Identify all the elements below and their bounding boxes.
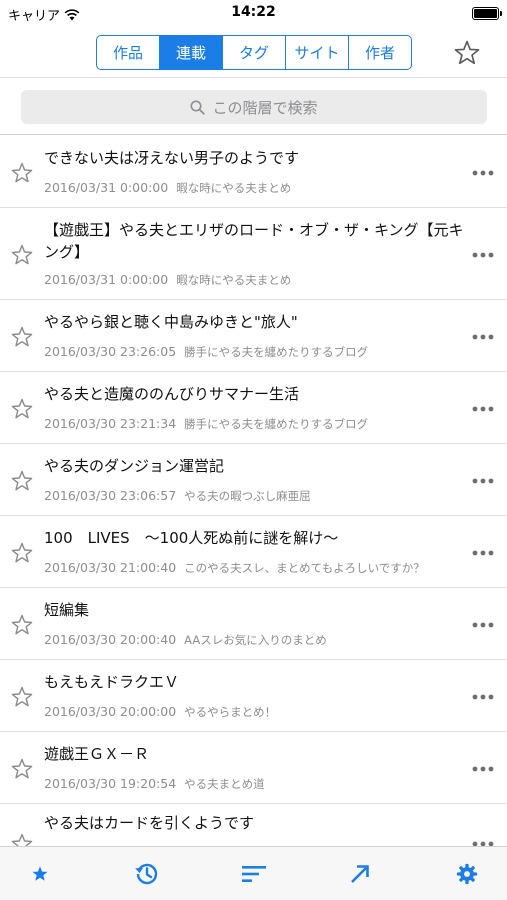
item-site: 勝手にやる夫を纏めたりするブログ [184, 345, 369, 359]
item-site: やるやらまとめ！ [184, 705, 277, 719]
battery-icon [472, 7, 502, 20]
tab-history[interactable] [127, 854, 167, 894]
list-item[interactable]: できない夫は冴えない男子のようです 2016/03/31 0:00:00 暇な時にや… [0, 136, 507, 208]
item-meta: 2016/03/31 0:00:00 暇な時にやる夫まとめ [44, 272, 477, 288]
search-icon [190, 100, 206, 115]
more-options-icon[interactable] [471, 333, 495, 341]
segment-tab[interactable]: 作者 [349, 36, 411, 69]
item-site: 暇な時にやる夫まとめ [176, 273, 292, 287]
segment-tab[interactable]: タグ [223, 36, 286, 69]
status-bar: キャリア 14:22 [0, 0, 507, 28]
favorite-star-icon[interactable] [10, 832, 34, 846]
search-input[interactable]: この階層で検索 [21, 90, 487, 124]
item-date: 2016/03/30 23:06:57 [44, 488, 177, 503]
battery-fill [474, 9, 497, 18]
item-date: 2016/03/30 21:00:40 [44, 560, 177, 575]
item-site: 暇な時にやる夫まとめ [176, 181, 292, 195]
item-title: やる夫はカードを引くようです [44, 814, 255, 832]
favorite-star-icon[interactable] [10, 161, 34, 185]
more-options-icon[interactable] [471, 169, 495, 177]
sort-icon [241, 865, 266, 882]
open-arrow-icon [351, 864, 370, 883]
item-title: できない夫は冴えない男子のようです [44, 149, 300, 167]
favorite-star-icon[interactable] [10, 243, 34, 267]
list-item[interactable]: やる夫のダンジョン運営記 2016/03/30 23:06:57 やる夫の暇つぶし麻… [0, 444, 507, 516]
item-site: やる夫まとめ道 [184, 777, 265, 791]
item-title: やるやら銀と聴く中島みゆきと"旅人" [44, 313, 298, 331]
list-item[interactable]: 【遊戯王】やる夫とエリザのロード・オブ・ザ・キング【元キング】 2016/03/3… [0, 208, 507, 300]
list-item[interactable]: やるやら銀と聴く中島みゆきと"旅人" 2016/03/30 23:26:05 勝手に… [0, 300, 507, 372]
item-title: やる夫のダンジョン運営記 [44, 457, 225, 475]
star-outline-icon[interactable] [453, 39, 481, 67]
segment-tab[interactable]: サイト [286, 36, 349, 69]
history-icon [134, 863, 157, 884]
item-meta: 2016/03/30 21:00:40 このやる夫スレ、まとめてもよろしいですか？ [44, 560, 477, 576]
item-meta: 2016/03/31 0:00:00 暇な時にやる夫まとめ [44, 180, 477, 196]
favorite-star-icon[interactable] [10, 397, 34, 421]
item-title: もえもえドラクエＶ [44, 673, 180, 691]
list-item[interactable]: 短編集 2016/03/30 20:00:40 AAスレお気に入りのまとめ [0, 588, 507, 660]
item-site: AAスレお気に入りのまとめ [184, 633, 327, 647]
more-options-icon[interactable] [471, 405, 495, 413]
search-placeholder: この階層で検索 [212, 98, 318, 117]
item-title: 遊戯王ＧＸ－Ｒ [44, 745, 150, 763]
segment-tab[interactable]: 作品 [97, 36, 160, 69]
item-date: 2016/03/31 0:00:00 [44, 272, 169, 287]
item-date: 2016/03/30 19:20:54 [44, 776, 177, 791]
item-site: やる夫の暇つぶし麻亜屈 [184, 489, 311, 503]
tab-sort[interactable] [234, 854, 274, 894]
item-title: 【遊戯王】やる夫とエリザのロード・オブ・ザ・キング【元キング】 [44, 221, 464, 261]
more-options-icon[interactable] [471, 693, 495, 701]
favorite-star-icon[interactable] [10, 325, 34, 349]
item-meta: 2016/03/30 23:26:05 勝手にやる夫を纏めたりするブログ [44, 344, 477, 360]
list-item[interactable]: 遊戯王ＧＸ－Ｒ 2016/03/30 19:20:54 やる夫まとめ道 [0, 732, 507, 804]
item-meta: 2016/03/30 23:06:57 やる夫の暇つぶし麻亜屈 [44, 488, 477, 504]
more-options-icon[interactable] [471, 477, 495, 485]
list-item[interactable]: もえもえドラクエＶ 2016/03/30 20:00:00 やるやらまとめ！ [0, 660, 507, 732]
tab-settings[interactable] [447, 854, 487, 894]
item-meta: 2016/03/30 19:20:54 やる夫まとめ道 [44, 776, 477, 792]
item-meta: 2016/03/30 23:21:34 勝手にやる夫を纏めたりするブログ [44, 416, 477, 432]
item-title: 短編集 [44, 601, 90, 619]
favorite-star-icon[interactable] [10, 541, 34, 565]
status-time: 14:22 [231, 4, 276, 20]
gear-icon [456, 863, 478, 884]
category-segmented-control: 作品 連載 タグ サイト 作者 [96, 35, 412, 70]
item-date: 2016/03/30 23:21:34 [44, 416, 177, 431]
item-site: 勝手にやる夫を纏めたりするブログ [184, 417, 369, 431]
favorite-star-icon[interactable] [10, 613, 34, 637]
favorite-star-icon[interactable] [10, 469, 34, 493]
item-meta: 2016/03/30 20:00:00 やるやらまとめ！ [44, 704, 477, 720]
serial-list: できない夫は冴えない男子のようです 2016/03/31 0:00:00 暇な時にや… [0, 136, 507, 846]
list-item[interactable]: 100 LIVES ～100人死ぬ前に謎を解け～ 2016/03/30 21:00… [0, 516, 507, 588]
favorite-star-icon[interactable] [10, 757, 34, 781]
more-options-icon[interactable] [471, 251, 495, 259]
favorites-star-icon [32, 866, 48, 881]
item-meta: 2016/03/30 20:00:40 AAスレお気に入りのまとめ [44, 632, 477, 648]
more-options-icon[interactable] [471, 621, 495, 629]
favorite-star-icon[interactable] [10, 685, 34, 709]
tab-favorites[interactable] [20, 854, 60, 894]
more-options-icon[interactable] [471, 549, 495, 557]
navigation-bar: 作品 連載 タグ サイト 作者 [0, 28, 507, 78]
item-title: やる夫と造魔ののんびりサマナー生活 [44, 385, 300, 403]
search-bar: この階層で検索 [0, 79, 507, 135]
tab-bar [0, 846, 507, 900]
list-item[interactable]: やる夫と造魔ののんびりサマナー生活 2016/03/30 23:21:34 勝手にや… [0, 372, 507, 444]
item-site: このやる夫スレ、まとめてもよろしいですか？ [184, 561, 425, 575]
item-date: 2016/03/30 23:26:05 [44, 344, 177, 359]
list-item[interactable]: やる夫はカードを引くようです [0, 804, 507, 846]
more-options-icon[interactable] [471, 765, 495, 773]
item-date: 2016/03/31 0:00:00 [44, 180, 169, 195]
segment-tab[interactable]: 連載 [160, 36, 223, 69]
tab-open[interactable] [340, 854, 380, 894]
item-date: 2016/03/30 20:00:00 [44, 704, 177, 719]
item-date: 2016/03/30 20:00:40 [44, 632, 177, 647]
item-title: 100 LIVES ～100人死ぬ前に謎を解け～ [44, 529, 339, 547]
